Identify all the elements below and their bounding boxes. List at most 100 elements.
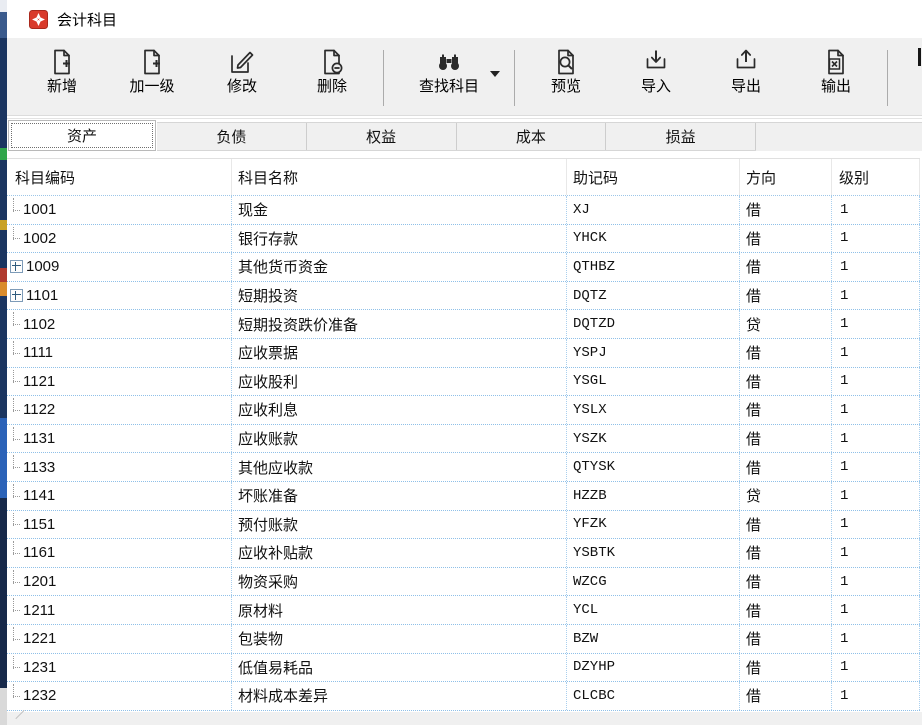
new-button[interactable]: 新增: [17, 44, 107, 108]
table-row[interactable]: 1009其他货币资金QTHBZ借1: [7, 253, 920, 282]
table-row[interactable]: 1231低值易耗品DZYHP借1: [7, 654, 920, 683]
level-cell: 1: [832, 511, 920, 539]
mnemonic-code-cell: QTHBZ: [567, 253, 740, 281]
titlebar: 会计科目: [7, 0, 922, 38]
tree-branch-icon: [9, 339, 23, 367]
tree-branch-icon: [9, 310, 23, 338]
table-row[interactable]: 1133其他应收款QTYSK借1: [7, 453, 920, 482]
tab-equity[interactable]: 权益: [307, 123, 457, 150]
direction-cell: 借: [740, 625, 832, 653]
code-cell: 1002: [7, 225, 232, 253]
tree-branch-icon: [9, 654, 23, 682]
subject-name: 其他货币资金: [238, 256, 328, 277]
subject-name: 低值易耗品: [238, 657, 313, 678]
mnemonic-code: YCL: [573, 602, 598, 618]
table-row[interactable]: 1002银行存款YHCK借1: [7, 225, 920, 254]
direction-cell: 借: [740, 682, 832, 710]
tab-liabilities[interactable]: 负债: [157, 123, 307, 150]
mnemonic-code-cell: DQTZ: [567, 282, 740, 310]
table-row[interactable]: 1122应收利息YSLX借1: [7, 396, 920, 425]
direction-cell: 借: [740, 196, 832, 224]
direction: 借: [746, 571, 761, 592]
tree-branch-icon: [9, 682, 23, 710]
chevron-down-icon[interactable]: [490, 71, 500, 77]
table-row[interactable]: 1221包装物BZW借1: [7, 625, 920, 654]
tab-assets[interactable]: 资产: [8, 120, 156, 151]
mnemonic-code: XJ: [573, 202, 590, 218]
mnemonic-code: YFZK: [573, 516, 607, 532]
code-cell: 1001: [7, 196, 232, 224]
direction: 借: [746, 256, 761, 277]
mnemonic-code-cell: YFZK: [567, 511, 740, 539]
tree-branch-icon: [9, 625, 23, 653]
output-button[interactable]: 输出: [791, 44, 881, 108]
subject-name-cell: 其他货币资金: [232, 253, 567, 281]
export-button[interactable]: 导出: [701, 44, 791, 108]
table-row[interactable]: 1101短期投资DQTZ借1: [7, 282, 920, 311]
level: 1: [840, 373, 848, 389]
tree-branch-icon: [9, 596, 23, 624]
table-row[interactable]: 1121应收股利YSGL借1: [7, 368, 920, 397]
mnemonic-code-cell: XJ: [567, 196, 740, 224]
table-row[interactable]: 1131应收账款YSZK借1: [7, 425, 920, 454]
tree-branch-icon: [9, 453, 23, 481]
table-row[interactable]: 1232材料成本差异CLCBC借1: [7, 682, 920, 711]
direction-cell: 借: [740, 396, 832, 424]
add-level-button[interactable]: 加一级: [107, 44, 197, 108]
table-row[interactable]: 1161应收补贴款YSBTK借1: [7, 539, 920, 568]
mnemonic-code: YSZK: [573, 431, 607, 447]
expand-plus-icon[interactable]: [10, 260, 23, 273]
mnemonic-code-cell: BZW: [567, 625, 740, 653]
level: 1: [840, 431, 848, 447]
direction-cell: 借: [740, 282, 832, 310]
level-cell: 1: [832, 368, 920, 396]
subject-name-cell: 坏账准备: [232, 482, 567, 510]
subject-name: 原材料: [238, 600, 283, 621]
delete-button[interactable]: 删除: [287, 44, 377, 108]
toolbar-separator: [383, 50, 384, 106]
expand-plus-icon[interactable]: [10, 289, 23, 302]
mnemonic-code: CLCBC: [573, 688, 615, 704]
mnemonic-code-cell: DZYHP: [567, 654, 740, 682]
subject-code: 1002: [23, 230, 56, 247]
subject-code: 1009: [26, 258, 59, 275]
level: 1: [840, 459, 848, 475]
mnemonic-code: YSPJ: [573, 345, 607, 361]
table-row[interactable]: 1001现金XJ借1: [7, 196, 920, 225]
direction-cell: 借: [740, 511, 832, 539]
level: 1: [840, 316, 848, 332]
subject-name: 预付账款: [238, 514, 298, 535]
table-row[interactable]: 1211原材料YCL借1: [7, 596, 920, 625]
find-subject-button[interactable]: 查找科目: [390, 44, 508, 108]
modify-button[interactable]: 修改: [197, 44, 287, 108]
table-row[interactable]: 1141坏账准备HZZB贷1: [7, 482, 920, 511]
table-row[interactable]: 1111应收票据YSPJ借1: [7, 339, 920, 368]
tab-cost[interactable]: 成本: [457, 123, 607, 150]
mnemonic-code: DQTZ: [573, 288, 607, 304]
level-cell: 1: [832, 396, 920, 424]
level: 1: [840, 488, 848, 504]
mnemonic-code: YSLX: [573, 402, 607, 418]
subject-name-cell: 低值易耗品: [232, 654, 567, 682]
horizontal-scrollbar[interactable]: [7, 712, 922, 725]
table-row[interactable]: 1102短期投资跌价准备DQTZD贷1: [7, 310, 920, 339]
subject-code: 1101: [26, 287, 58, 304]
mnemonic-code: YSGL: [573, 373, 607, 389]
direction: 借: [746, 600, 761, 621]
subject-code: 1201: [23, 573, 56, 590]
code-cell: 1133: [7, 453, 232, 481]
table-row[interactable]: 1151预付账款YFZK借1: [7, 511, 920, 540]
table-row[interactable]: 1201物资采购WZCG借1: [7, 568, 920, 597]
level: 1: [840, 516, 848, 532]
preview-button[interactable]: 预览: [521, 44, 611, 108]
subject-name: 坏账准备: [238, 485, 298, 506]
import-button[interactable]: 导入: [611, 44, 701, 108]
tab-profit-loss[interactable]: 损益: [606, 123, 756, 150]
mnemonic-code-cell: YSZK: [567, 425, 740, 453]
subject-code: 1221: [23, 630, 56, 647]
level-cell: 1: [832, 682, 920, 710]
direction-cell: 借: [740, 596, 832, 624]
toolbar-separator: [887, 50, 888, 106]
scrollbar-grip: [15, 710, 24, 719]
direction: 借: [746, 514, 761, 535]
